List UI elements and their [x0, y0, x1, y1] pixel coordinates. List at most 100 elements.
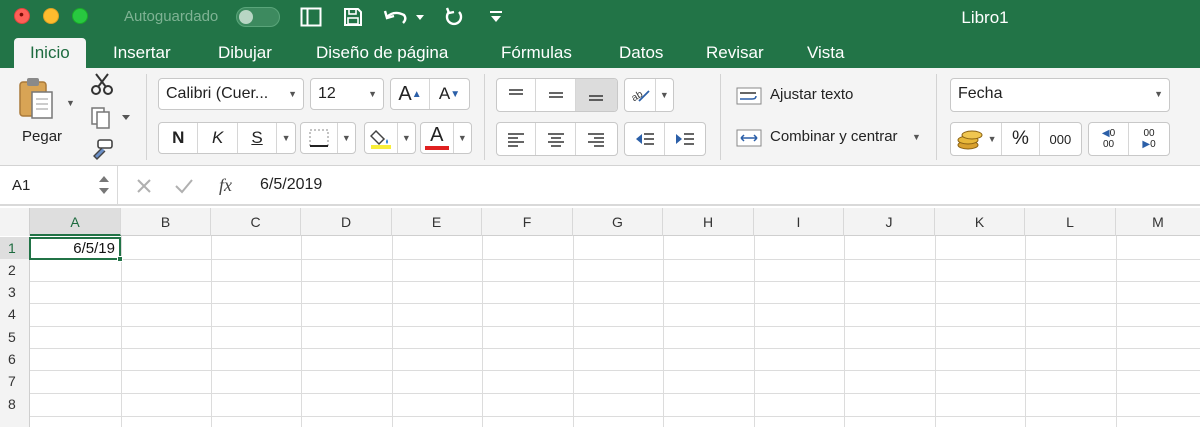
bold-button[interactable]: N [159, 123, 199, 153]
fill-color-button[interactable]: ▼ [364, 122, 416, 154]
borders-icon [301, 123, 338, 153]
cut-icon[interactable] [90, 72, 114, 96]
merge-center-button[interactable]: Combinar y centrar ▼ [736, 126, 926, 150]
row-header-6[interactable]: 6 [0, 348, 30, 370]
increase-indent-button[interactable] [665, 123, 705, 155]
align-bottom-button[interactable] [575, 79, 617, 111]
gridline [844, 236, 845, 427]
gridline [663, 236, 664, 427]
column-header-a[interactable]: A [30, 208, 121, 236]
indent-group [624, 122, 706, 156]
font-size-value: 12 [318, 85, 336, 102]
cell-a1[interactable]: 6/5/19 [29, 237, 121, 260]
wrap-text-icon [736, 87, 762, 105]
column-header-i[interactable]: I [754, 208, 844, 236]
column-header-b[interactable]: B [121, 208, 211, 236]
comma-style-button[interactable]: 000 [1040, 123, 1081, 155]
insert-function-button[interactable]: fx [219, 175, 232, 196]
font-name-select[interactable]: Calibri (Cuer... ▼ [158, 78, 304, 110]
decrease-decimal-button[interactable]: 00 ▶0 [1129, 123, 1169, 155]
wrap-text-button[interactable]: Ajustar texto [736, 84, 926, 108]
increase-decimal-bottom: 00 [1102, 139, 1115, 150]
orientation-button[interactable]: ab ▼ [624, 78, 674, 112]
enter-check-icon[interactable] [174, 178, 194, 194]
align-left-icon [508, 133, 525, 147]
format-painter-icon[interactable] [90, 138, 114, 162]
select-all-corner[interactable] [0, 208, 30, 236]
column-header-h[interactable]: H [663, 208, 754, 236]
row-header-7[interactable]: 7 [0, 370, 30, 393]
font-color-swatch [424, 146, 449, 150]
accounting-format-button[interactable]: ▼ [951, 123, 1003, 155]
align-left-button[interactable] [497, 123, 537, 155]
font-color-letter: A [430, 124, 444, 146]
increase-decimal-button[interactable]: ◀0 00 [1089, 123, 1130, 155]
column-header-k[interactable]: K [935, 208, 1025, 236]
shrink-font-button[interactable]: A ▼ [430, 79, 469, 109]
copy-icon[interactable] [90, 106, 130, 130]
name-box[interactable]: A1 [0, 166, 118, 206]
cancel-icon[interactable] [136, 178, 152, 194]
row-header-2[interactable]: 2 [0, 259, 30, 281]
wrap-text-label: Ajustar texto [770, 86, 854, 103]
font-size-select[interactable]: 12 ▼ [310, 78, 384, 110]
chevron-down-icon: ▼ [401, 133, 411, 143]
underline-button[interactable]: S [238, 123, 278, 153]
increase-decimal-top: 0 [1109, 128, 1116, 139]
row-header-9[interactable] [0, 416, 30, 427]
number-format-select[interactable]: Fecha ▼ [950, 78, 1170, 112]
paste-options-caret[interactable]: ▼ [66, 98, 75, 108]
grow-font-button[interactable]: A ▲ [391, 79, 431, 109]
align-top-icon [509, 89, 524, 95]
column-header-c[interactable]: C [211, 208, 301, 236]
tab-revisar[interactable]: Revisar [706, 38, 764, 68]
row-header-1[interactable]: 1 [0, 237, 30, 259]
tab-vista[interactable]: Vista [807, 38, 845, 68]
window-title: Libro1 [961, 8, 1009, 27]
tab-inicio[interactable]: Inicio [14, 38, 86, 68]
ribbon-separator [146, 74, 147, 160]
row-header-8[interactable]: 8 [0, 393, 30, 416]
font-color-button[interactable]: A ▼ [420, 122, 472, 154]
column-header-d[interactable]: D [301, 208, 392, 236]
align-middle-icon [548, 92, 563, 98]
row-header-5[interactable]: 5 [0, 326, 30, 348]
column-header-g[interactable]: G [573, 208, 663, 236]
tab-dibujar[interactable]: Dibujar [218, 38, 272, 68]
align-middle-button[interactable] [536, 79, 576, 111]
name-box-stepper-icon[interactable] [98, 174, 110, 196]
grow-font-label: A [398, 82, 412, 105]
italic-button[interactable]: K [198, 123, 238, 153]
tab-formulas[interactable]: Fórmulas [501, 38, 572, 68]
formula-input[interactable]: 6/5/2019 [260, 176, 322, 194]
column-header-f[interactable]: F [482, 208, 573, 236]
fill-handle[interactable] [117, 256, 123, 262]
column-header-e[interactable]: E [392, 208, 482, 236]
name-box-value: A1 [12, 177, 31, 194]
paste-button[interactable]: ▼ [14, 76, 76, 126]
borders-button[interactable]: ▼ [300, 122, 356, 154]
align-right-button[interactable] [576, 123, 617, 155]
percent-style-button[interactable]: % [1002, 123, 1040, 155]
underline-options-caret[interactable]: ▼ [277, 123, 295, 153]
align-center-button[interactable] [536, 123, 576, 155]
row-header-4[interactable]: 4 [0, 303, 30, 326]
increase-indent-icon [676, 133, 694, 145]
tab-insertar[interactable]: Insertar [113, 38, 171, 68]
chevron-down-icon: ▼ [1154, 89, 1163, 99]
ribbon-separator [720, 74, 721, 160]
tab-diseno-pagina[interactable]: Diseño de página [316, 38, 448, 68]
align-top-button[interactable] [497, 79, 537, 111]
decrease-indent-button[interactable] [625, 123, 666, 155]
ribbon-tabs: Inicio Insertar Dibujar Diseño de página… [0, 34, 1200, 68]
decrease-decimal-bottom: 0 [1150, 139, 1156, 150]
font-color-icon: A [421, 123, 454, 153]
shrink-font-label: A [438, 84, 451, 103]
tab-datos[interactable]: Datos [619, 38, 663, 68]
column-header-l[interactable]: L [1025, 208, 1116, 236]
column-header-j[interactable]: J [844, 208, 935, 236]
row-header-3[interactable]: 3 [0, 281, 30, 303]
ribbon-separator [484, 74, 485, 160]
coins-icon [957, 130, 983, 150]
column-header-m[interactable]: M [1116, 208, 1200, 236]
